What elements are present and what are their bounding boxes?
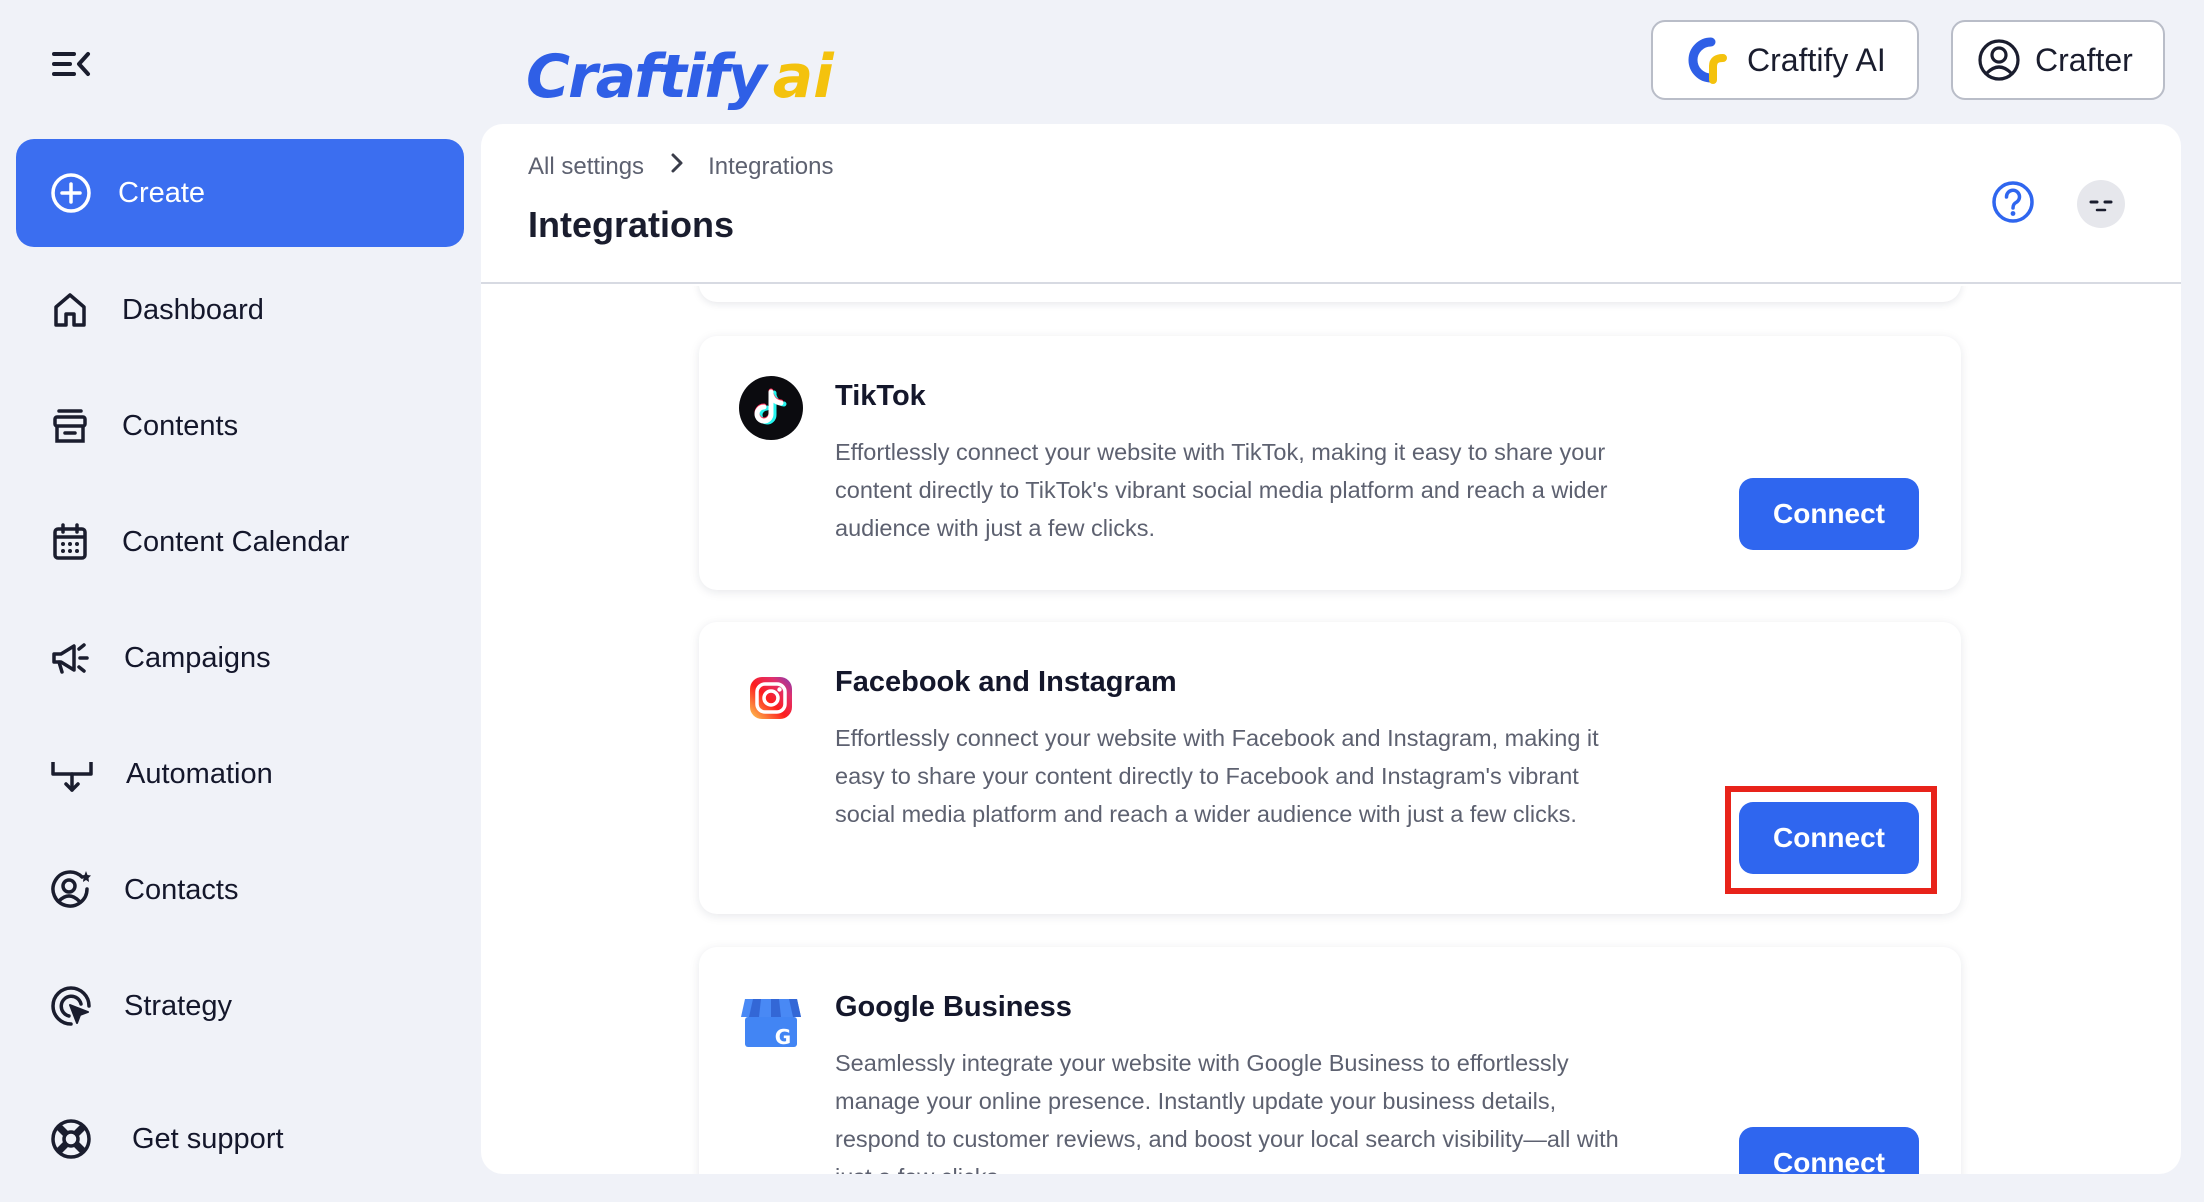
breadcrumb-all-settings[interactable]: All settings (528, 153, 644, 181)
previous-integration-card (699, 286, 1961, 302)
tiktok-connect-button[interactable]: Connect (1739, 478, 1919, 550)
sidebar-item-strategy[interactable]: Strategy (16, 971, 464, 1041)
integration-description: Effortlessly connect your website with T… (835, 439, 1608, 541)
breadcrumb: All settings Integrations (528, 152, 833, 181)
craftify-ai-label: Craftify AI (1747, 41, 1886, 78)
calendar-icon (53, 523, 87, 560)
sidebar-item-label: Dashboard (122, 293, 264, 326)
sidebar-item-contents[interactable]: Contents (16, 391, 464, 461)
integration-description: Seamlessly integrate your website with G… (835, 1050, 1619, 1174)
breadcrumb-current: Integrations (708, 152, 834, 180)
sidebar-item-campaigns[interactable]: Campaigns (16, 623, 464, 693)
contacts-icon (51, 870, 91, 908)
megaphone-icon (52, 643, 89, 674)
collapse-menu-icon[interactable] (50, 46, 92, 82)
integration-description: Effortlessly connect your website with F… (835, 725, 1599, 827)
sidebar-item-content-calendar[interactable]: Content Calendar (16, 507, 464, 577)
integration-card-google-business: G Google Business Seamlessly integrate y… (699, 947, 1961, 1174)
avatar[interactable] (2077, 180, 2125, 228)
sidebar-item-label: Campaigns (124, 641, 271, 674)
integrations-list[interactable]: TikTok Effortlessly connect your website… (481, 286, 2181, 1174)
google-business-icon: G (741, 999, 801, 1049)
integration-card-facebook-instagram: Facebook and Instagram Effortlessly conn… (699, 622, 1961, 914)
strategy-icon (51, 986, 91, 1026)
craftify-ai-logo-icon (1688, 37, 1727, 84)
integration-title: TikTok (835, 380, 926, 412)
integration-title: Google Business (835, 991, 1072, 1023)
user-circle-icon (1978, 39, 2020, 81)
logo-word: Craftify (526, 42, 767, 112)
craftify-ai-button[interactable]: Craftify AI (1651, 20, 1919, 100)
archive-icon (53, 409, 87, 443)
sidebar-item-label: Strategy (124, 989, 232, 1022)
integration-title: Facebook and Instagram (835, 666, 1177, 698)
help-icon[interactable] (1991, 180, 2035, 229)
automation-icon (51, 762, 93, 792)
panel-header: All settings Integrations Integrations (481, 124, 2181, 284)
sidebar-item-automation[interactable]: Automation (16, 739, 464, 809)
create-button[interactable]: Create (16, 139, 464, 247)
sidebar-item-label: Content Calendar (122, 525, 350, 558)
sidebar: Create Dashboard Contents Content Calend… (16, 139, 464, 1159)
chevron-right-icon (670, 152, 684, 181)
sidebar-item-dashboard[interactable]: Dashboard (16, 275, 464, 345)
user-name-label: Crafter (2035, 41, 2133, 78)
page-title: Integrations (528, 204, 735, 245)
sidebar-item-get-support[interactable]: Get support (16, 1104, 464, 1174)
create-label: Create (118, 176, 206, 209)
sidebar-item-label: Get support (132, 1122, 284, 1155)
lifebuoy-icon (51, 1119, 91, 1159)
facebook-instagram-connect-button[interactable]: Connect (1739, 802, 1919, 874)
plus-circle-icon (51, 173, 91, 213)
logo-ai: ai (772, 42, 834, 112)
google-business-connect-button[interactable]: Connect (1739, 1127, 1919, 1174)
sidebar-item-label: Automation (126, 757, 273, 790)
settings-panel: All settings Integrations Integrations T… (481, 124, 2181, 1174)
sidebar-item-label: Contacts (124, 873, 239, 906)
user-menu-button[interactable]: Crafter (1951, 20, 2165, 100)
tiktok-icon (739, 376, 803, 440)
svg-text:G: G (775, 1025, 791, 1049)
sidebar-item-label: Contents (122, 409, 239, 442)
integration-card-tiktok: TikTok Effortlessly connect your website… (699, 336, 1961, 590)
home-icon (54, 293, 86, 327)
instagram-icon (750, 677, 792, 719)
craftify-logo[interactable]: Craftify ai (526, 22, 834, 112)
sidebar-item-contacts[interactable]: Contacts (16, 855, 464, 925)
app-root: Create Dashboard Contents Content Calend… (0, 0, 2204, 1202)
